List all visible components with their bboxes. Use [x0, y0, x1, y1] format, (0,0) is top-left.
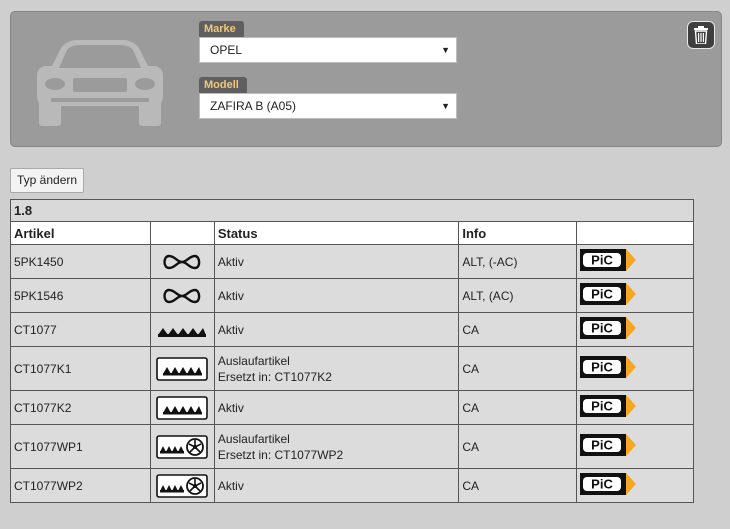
status-replacement: Ersetzt in: CT1077K2 [217, 369, 332, 384]
product-type-cell [149, 346, 215, 391]
status-text: Aktiv [217, 322, 244, 337]
delete-vehicle-button[interactable] [687, 21, 715, 49]
trash-icon [694, 26, 708, 44]
status-text: Aktiv [217, 254, 244, 269]
status-text: Aktiv [217, 400, 244, 415]
engine-type: 1.8 [10, 199, 694, 222]
info-cell: CA [458, 312, 578, 347]
timing-belt-kit-icon [154, 395, 211, 420]
status-text: Aktiv [217, 288, 244, 303]
dropdown-arrow-icon: ▼ [441, 101, 450, 111]
pic-logo-link[interactable]: PiC [576, 244, 694, 279]
product-type-cell [149, 312, 215, 347]
table-row: 5PK1546 Aktiv ALT, (AC) PiC [10, 278, 694, 313]
timing-belt-kit-water-pump-icon [154, 434, 211, 459]
article-number[interactable]: CT1077K2 [10, 390, 151, 425]
pic-logo-link[interactable]: PiC [576, 424, 694, 469]
status-cell: Aktiv [213, 468, 460, 503]
article-number[interactable]: 5PK1546 [10, 278, 151, 313]
svg-text:PiC: PiC [591, 287, 613, 302]
timing-belt-icon [154, 323, 211, 337]
status-cell: Aktiv [213, 244, 460, 279]
pic-logo-link[interactable]: PiC [576, 468, 694, 503]
svg-text:PiC: PiC [591, 438, 613, 453]
product-type-cell [149, 468, 215, 503]
dropdown-arrow-icon: ▼ [441, 45, 450, 55]
status-cell: Auslaufartikel Ersetzt in: CT1077K2 [213, 346, 460, 391]
article-number[interactable]: 5PK1450 [10, 244, 151, 279]
status-cell: Auslaufartikel Ersetzt in: CT1077WP2 [213, 424, 460, 469]
info-cell: CA [458, 390, 578, 425]
column-header-info: Info [458, 221, 578, 245]
status-cell: Aktiv [213, 312, 460, 347]
timing-belt-kit-water-pump-icon [154, 473, 211, 498]
timing-belt-kit-icon [154, 356, 211, 381]
product-type-cell [149, 424, 215, 469]
status-text: Auslaufartikel [217, 431, 290, 446]
article-table: 1.8 Artikel Status Info 5PK1450 Aktiv ALT,… [10, 199, 694, 503]
table-row: 5PK1450 Aktiv ALT, (-AC) PiC [10, 244, 694, 279]
svg-text:PiC: PiC [591, 253, 613, 268]
column-header-status: Status [213, 221, 460, 245]
info-cell: CA [458, 346, 578, 391]
brand-select-value: OPEL [210, 43, 243, 57]
info-cell: ALT, (-AC) [458, 244, 578, 279]
product-type-cell [149, 278, 215, 313]
pic-logo-icon: PiC [580, 317, 637, 339]
article-number[interactable]: CT1077WP1 [10, 424, 151, 469]
svg-text:PiC: PiC [591, 399, 613, 414]
model-label: Modell [199, 77, 247, 94]
pic-logo-icon: PiC [580, 395, 637, 417]
model-select[interactable]: ZAFIRA B (A05) ▼ [199, 93, 457, 119]
pic-logo-link[interactable]: PiC [576, 278, 694, 313]
column-header-logo [576, 221, 694, 245]
brand-label: Marke [199, 21, 244, 38]
status-replacement: Ersetzt in: CT1077WP2 [217, 447, 344, 462]
status-cell: Aktiv [213, 390, 460, 425]
pic-logo-icon: PiC [580, 473, 637, 495]
pic-logo-link[interactable]: PiC [576, 390, 694, 425]
status-text: Aktiv [217, 478, 244, 493]
engine-type-row: 1.8 [10, 199, 694, 222]
pic-logo-icon: PiC [580, 434, 637, 456]
table-row: CT1077K2 Aktiv CA PiC [10, 390, 694, 425]
info-cell: CA [458, 468, 578, 503]
table-row: CT1077 Aktiv CA PiC [10, 312, 694, 347]
pic-logo-icon: PiC [580, 356, 637, 378]
vehicle-selection-panel: Marke OPEL ▼ Modell ZAFIRA B (A05) ▼ [10, 11, 722, 147]
info-cell: ALT, (AC) [458, 278, 578, 313]
svg-text:PiC: PiC [591, 477, 613, 492]
table-row: CT1077WP1 Auslaufartikel Ersetzt in: CT107… [10, 424, 694, 469]
pic-logo-icon: PiC [580, 249, 637, 271]
car-icon [37, 40, 163, 126]
change-type-button[interactable]: Typ ändern [10, 168, 85, 193]
info-cell: CA [458, 424, 578, 469]
column-header-icon [149, 221, 215, 245]
article-number[interactable]: CT1077 [10, 312, 151, 347]
belt-icon [154, 286, 211, 306]
table-header: Artikel Status Info [10, 221, 694, 245]
article-number[interactable]: CT1077WP2 [10, 468, 151, 503]
status-text: Auslaufartikel [217, 353, 290, 368]
pic-logo-icon: PiC [580, 283, 637, 305]
product-type-cell [149, 244, 215, 279]
model-select-value: ZAFIRA B (A05) [210, 99, 297, 113]
product-type-cell [149, 390, 215, 425]
table-row: CT1077WP2 Aktiv CA PiC [10, 468, 694, 503]
belt-icon [154, 252, 211, 272]
status-cell: Aktiv [213, 278, 460, 313]
svg-text:PiC: PiC [591, 321, 613, 336]
table-row: CT1077K1 Auslaufartikel Ersetzt in: CT1077… [10, 346, 694, 391]
pic-logo-link[interactable]: PiC [576, 346, 694, 391]
column-header-article: Artikel [10, 221, 151, 245]
brand-select[interactable]: OPEL ▼ [199, 37, 457, 63]
article-number[interactable]: CT1077K1 [10, 346, 151, 391]
pic-logo-link[interactable]: PiC [576, 312, 694, 347]
svg-text:PiC: PiC [591, 360, 613, 375]
